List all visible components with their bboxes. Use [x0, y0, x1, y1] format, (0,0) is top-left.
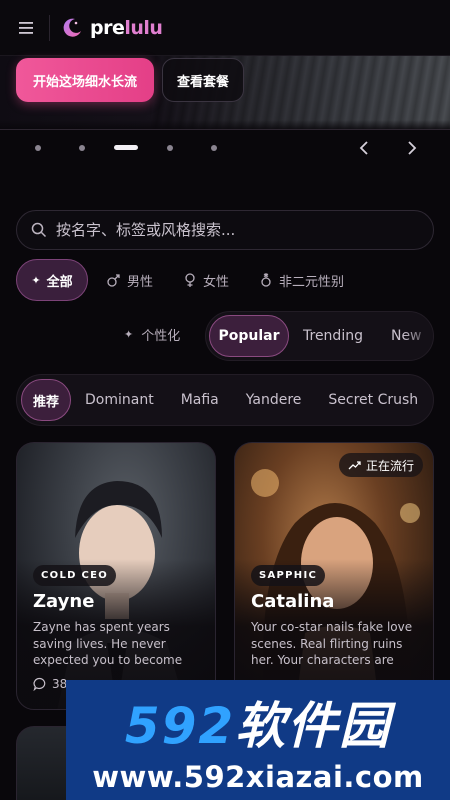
start-cta-button[interactable]: 开始这场细水长流: [16, 58, 154, 102]
search-bar[interactable]: [16, 210, 434, 250]
watermark-overlay: 592软件园 www.592xiazai.com: [66, 680, 450, 800]
filter-female-label: 女性: [203, 274, 230, 290]
chat-count-value: 38: [52, 677, 68, 691]
carousel-dot[interactable]: [211, 145, 217, 151]
carousel-dot[interactable]: [35, 145, 41, 151]
filter-male[interactable]: 男性: [106, 271, 153, 290]
filter-nonbinary-label: 非二元性别: [279, 274, 345, 290]
tag-filter: 推荐 Dominant Mafia Yandere Secret Crush: [16, 374, 434, 426]
tab-trending[interactable]: Trending: [303, 328, 363, 344]
tab-popular[interactable]: Popular: [209, 315, 289, 357]
logo[interactable]: prelulu: [61, 16, 163, 39]
character-name: Catalina: [251, 591, 335, 612]
filter-female[interactable]: 女性: [183, 271, 229, 290]
character-name: Zayne: [33, 591, 95, 612]
trending-label: 正在流行: [365, 458, 414, 473]
character-card[interactable]: 正在流行 SAPPHIC Catalina Your co-star nails…: [234, 442, 434, 710]
app-header: prelulu: [0, 0, 450, 56]
carousel-indicators: [0, 141, 450, 155]
gender-filter: ✦ 全部 男性 女性 非二元性别: [16, 258, 344, 302]
scroll-fade: [403, 312, 433, 360]
hamburger-icon: [19, 21, 33, 34]
trending-badge: 正在流行: [338, 453, 423, 477]
search-input[interactable]: [56, 221, 396, 239]
watermark-title: 592软件园: [66, 686, 450, 758]
hero-divider: [0, 129, 450, 130]
character-description: Zayne has spent years saving lives. He n…: [33, 620, 183, 667]
character-tag-badge: COLD CEO: [33, 565, 117, 586]
character-description: Your co-star nails fake love scenes. Rea…: [251, 620, 413, 667]
filter-male-label: 男性: [127, 274, 154, 290]
header-divider: [49, 14, 50, 41]
watermark-url: www.592xiazai.com: [92, 760, 424, 794]
filter-all-label: 全部: [46, 274, 73, 290]
carousel-dot[interactable]: [167, 145, 173, 151]
view-plans-button[interactable]: 查看套餐: [162, 58, 244, 102]
character-tag-badge: SAPPHIC: [251, 565, 326, 586]
search-icon: [31, 222, 47, 238]
sparkle-icon: ✦: [31, 273, 41, 287]
tag-secret-crush[interactable]: Secret Crush: [328, 392, 418, 408]
sort-tabs: Popular Trending New: [205, 311, 434, 361]
tag-recommended[interactable]: 推荐: [21, 379, 71, 421]
tag-dominant[interactable]: Dominant: [85, 392, 154, 408]
carousel-next-button[interactable]: [402, 138, 422, 158]
carousel-dot-active[interactable]: [114, 145, 138, 150]
chat-bubble-icon: [33, 677, 46, 691]
filter-all-chip[interactable]: ✦ 全部: [16, 259, 88, 301]
trending-up-icon: [348, 461, 361, 470]
tag-yandere[interactable]: Yandere: [246, 392, 302, 408]
logo-text-lulu: lulu: [124, 16, 163, 39]
filter-nonbinary[interactable]: 非二元性别: [259, 271, 344, 290]
carousel-dot[interactable]: [79, 145, 85, 151]
chevron-left-icon: [359, 141, 368, 155]
chevron-right-icon: [408, 141, 417, 155]
female-icon: [185, 273, 195, 287]
character-card[interactable]: COLD CEO Zayne Zayne has spent years sav…: [16, 442, 216, 710]
male-icon: [107, 273, 120, 287]
nonbinary-icon: [261, 272, 271, 287]
watermark-number: 592: [124, 697, 236, 755]
sort-personalized-label: 个性化: [141, 329, 181, 344]
menu-button[interactable]: [9, 11, 43, 45]
watermark-name: 软件园: [235, 697, 392, 755]
sort-personalized[interactable]: ✦ 个性化: [124, 325, 180, 344]
tag-mafia[interactable]: Mafia: [181, 392, 219, 408]
moon-logo-icon: [63, 18, 81, 37]
logo-text: prelulu: [90, 16, 163, 39]
carousel-prev-button[interactable]: [354, 138, 374, 158]
chat-count: 38: [33, 677, 67, 691]
logo-text-pre: pre: [90, 16, 125, 39]
sparkle-icon: ✦: [124, 328, 134, 341]
